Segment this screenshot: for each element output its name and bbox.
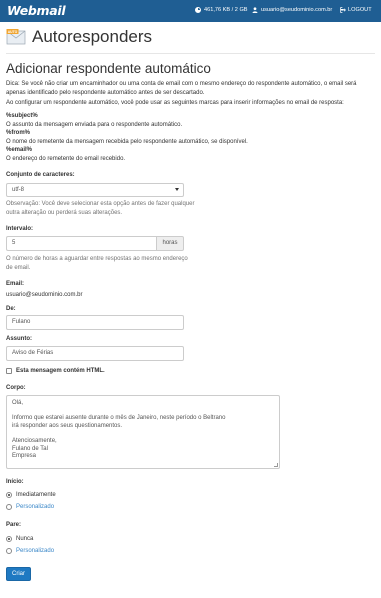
autoresponder-icon-label: AUTO [8, 30, 18, 34]
interval-input-group: 5 horas [6, 236, 184, 251]
body-line [12, 430, 274, 438]
stop-option-never[interactable]: Nunca [6, 536, 33, 542]
disk-usage-text: 461,76 KB / 2 GB [204, 7, 248, 13]
resize-handle-icon[interactable] [274, 463, 278, 467]
start-label: Início: [6, 479, 24, 485]
stop-option-custom[interactable]: Personalizado [6, 548, 54, 554]
html-checkbox[interactable] [6, 368, 12, 374]
body-line: Atenciosamente, [12, 437, 57, 444]
user-email: usuario@seudominio.com.br [261, 7, 333, 13]
interval-unit: horas [156, 236, 184, 251]
start-option-label: Imediatamente [16, 492, 56, 498]
html-checkbox-row[interactable]: Esta mensagem contém HTML. [6, 368, 105, 374]
body-line: Informo que estarei ausente durante o mê… [12, 415, 226, 422]
disk-usage: 461,76 KB / 2 GB [195, 7, 248, 13]
interval-help: O número de horas a aguardar entre respo… [6, 256, 188, 271]
user-icon [252, 7, 258, 13]
charset-note: Observação: Você deve selecionar esta op… [6, 201, 195, 216]
charset-value: utf-8 [12, 187, 25, 193]
start-option-custom[interactable]: Personalizado [6, 504, 54, 510]
start-option-label: Personalizado [16, 504, 55, 510]
page-title: Autoresponders [32, 27, 153, 46]
radio-selected[interactable] [6, 536, 12, 542]
subject-input[interactable]: Aviso de Férias [6, 346, 184, 361]
tag-subject-desc: O assunto da mensagem enviada para o res… [6, 122, 183, 128]
user-menu[interactable]: usuario@seudominio.com.br [252, 7, 345, 13]
disk-usage-pie-icon [195, 7, 201, 13]
top-navbar: Webmail 461,76 KB / 2 GB usuario@seudomi… [0, 0, 381, 22]
subject-label: Assunto: [6, 336, 32, 342]
interval-input[interactable]: 5 [6, 236, 156, 251]
body-line: Empresa [12, 453, 37, 460]
divider [6, 53, 375, 54]
body-line [12, 408, 274, 416]
email-value: usuario@seudominio.com.br [6, 292, 83, 298]
tag-email-desc: O endereço do remetente do email recebid… [6, 156, 126, 162]
select-caret-icon [175, 188, 179, 191]
logout-icon [340, 7, 346, 13]
start-option-immediately[interactable]: Imediatamente [6, 492, 56, 498]
stop-label: Pare: [6, 522, 22, 528]
body-textarea[interactable]: Olá, Informo que estarei ausente durante… [6, 395, 280, 469]
body-line: irá responder aos seus questionamentos. [12, 422, 123, 429]
tag-subject: %subject% [6, 113, 38, 119]
from-label: De: [6, 306, 16, 312]
interval-label: Intervalo: [6, 226, 34, 232]
autoresponder-envelope-icon: AUTO [6, 28, 26, 46]
logout-button[interactable]: LOGOUT [340, 7, 372, 13]
body-label: Corpo: [6, 385, 26, 391]
tags-intro: Ao configurar um respondente automático,… [6, 100, 344, 106]
email-label: Email: [6, 281, 25, 287]
create-button[interactable]: Criar [6, 567, 31, 581]
tag-email: %email% [6, 147, 33, 153]
tag-from-desc: O nome do remetente da mensagem recebida… [6, 139, 248, 145]
stop-option-label: Nunca [16, 536, 34, 542]
charset-label: Conjunto de caracteres: [6, 172, 75, 178]
webmail-logo[interactable]: Webmail [7, 3, 66, 18]
tag-from: %from% [6, 130, 31, 136]
body-line: Olá, [12, 400, 24, 406]
tip-text: Dica: Se você não criar um encaminhador … [6, 81, 357, 96]
radio-unselected[interactable] [6, 548, 12, 554]
charset-select[interactable]: utf-8 [6, 183, 184, 197]
radio-unselected[interactable] [6, 504, 12, 510]
body-line: Fulano de Tal [12, 445, 48, 452]
radio-selected[interactable] [6, 492, 12, 498]
from-input[interactable]: Fulano [6, 315, 184, 330]
logout-label: LOGOUT [348, 7, 372, 13]
stop-option-label: Personalizado [16, 548, 55, 554]
form-heading: Adicionar respondente automático [6, 61, 211, 76]
html-checkbox-label: Esta mensagem contém HTML. [16, 368, 105, 374]
page-header: AUTO [6, 28, 26, 46]
